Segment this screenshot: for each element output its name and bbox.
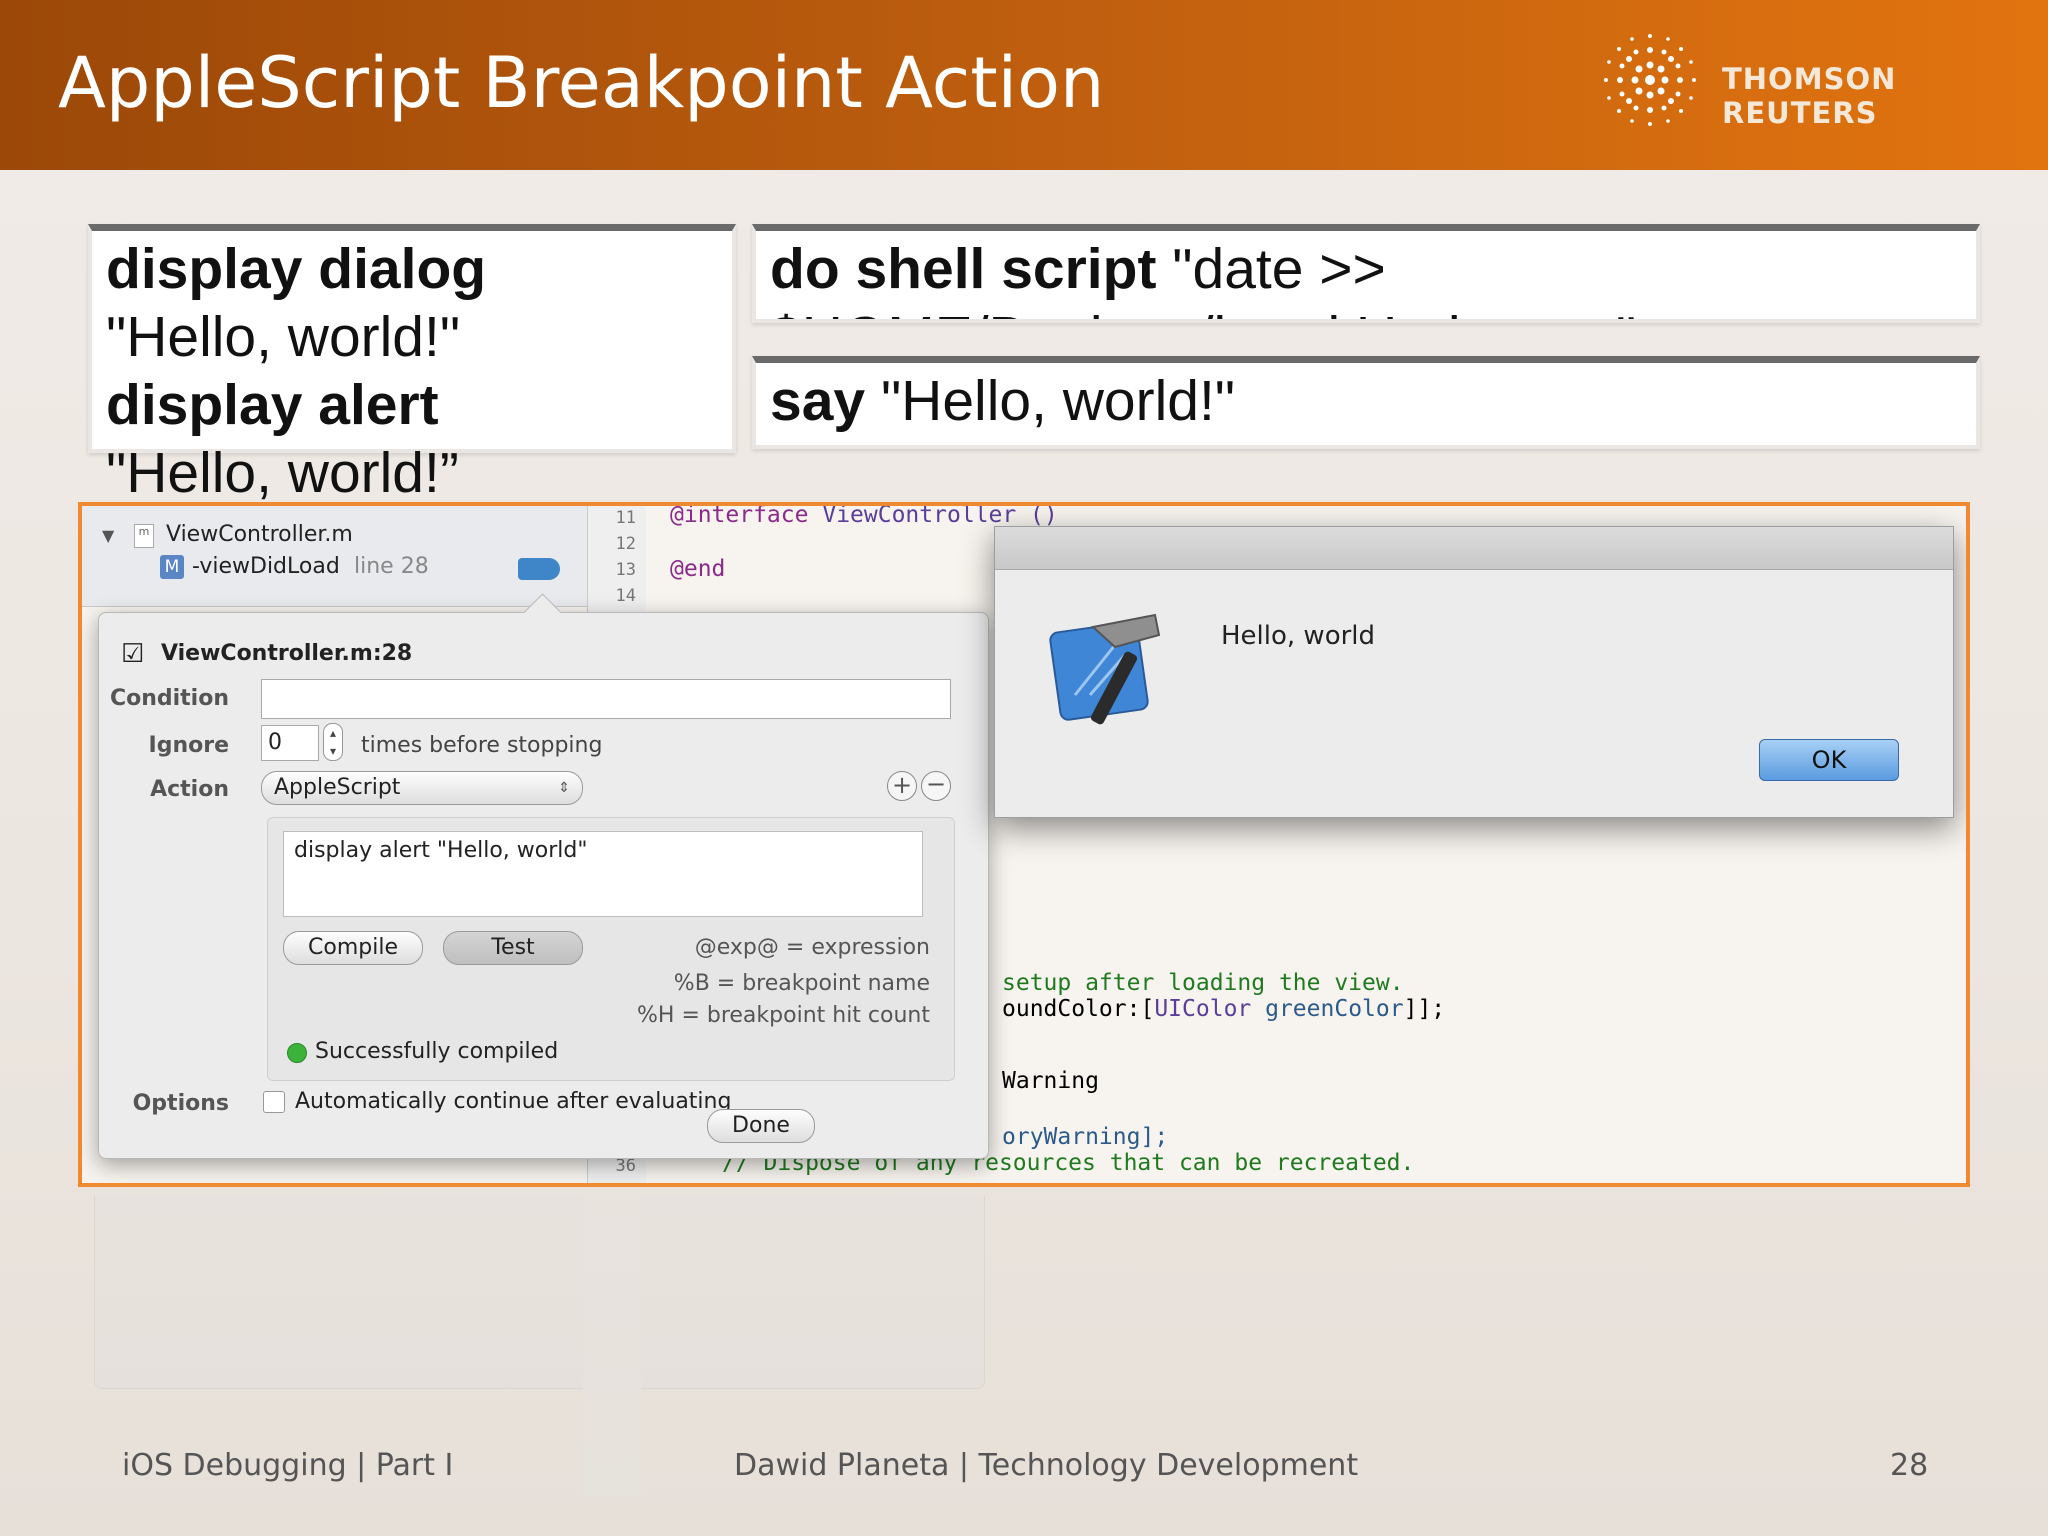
auto-continue-checkbox[interactable] (263, 1091, 285, 1113)
action-label: Action (150, 777, 229, 802)
reflection-popover (94, 1195, 985, 1389)
code-keyword: @interface (670, 502, 809, 528)
brand-name: THOMSON REUTERS (1722, 62, 1897, 130)
say-keyword: say (770, 369, 866, 433)
shell-argument-2: $HOME/Desktop/breakUpdate.txt" (770, 305, 1636, 319)
navigator-line: line 28 (354, 554, 429, 579)
display-dialog-keyword: display dialog (106, 237, 487, 301)
ignore-stepper[interactable]: ▴ ▾ (323, 723, 343, 761)
ignore-suffix: times before stopping (361, 733, 603, 758)
breakpoint-marker-icon[interactable] (518, 558, 560, 580)
line-number: 14 (615, 586, 636, 606)
code-line-memory: oryWarning]; (1002, 1124, 1169, 1150)
code-comment-setup: setup after loading the view. (1002, 970, 1404, 996)
select-arrows-icon: ⇕ (558, 780, 570, 796)
method-icon: M (160, 555, 184, 579)
hint-breakpoint-name: %B = breakpoint name (673, 971, 930, 996)
say-command-text: say "Hello, world!" (770, 367, 1235, 435)
compile-button[interactable]: Compile (283, 931, 423, 965)
remove-action-icon[interactable]: − (921, 771, 951, 801)
dialog-command-box: display dialog "Hello, world!" display a… (88, 224, 736, 505)
test-button[interactable]: Test (443, 931, 583, 965)
code-method: greenColor (1251, 996, 1404, 1022)
xcode-screenshot: 11 12 13 14 36 @interface ViewController… (78, 502, 1970, 1187)
auto-continue-label: Automatically continue after evaluating (295, 1089, 732, 1114)
alert-message: Hello, world (1221, 621, 1376, 651)
code-class: ViewController () (822, 502, 1058, 528)
code-line-interface: @interface ViewController () (670, 502, 1058, 528)
dialog-titlebar (995, 527, 1953, 570)
done-button[interactable]: Done (707, 1109, 815, 1143)
say-command-box: say "Hello, world!" (752, 356, 1980, 449)
breakpoint-editor-popover: ☑ ViewController.m:28 Condition Ignore 0… (98, 593, 989, 1159)
enabled-checkbox[interactable]: ☑ (121, 639, 144, 669)
alert-dialog: Hello, world OK (994, 526, 1954, 818)
condition-label: Condition (109, 686, 229, 711)
shell-keyword: do shell script (770, 237, 1157, 301)
shell-command-box: do shell script "date >> $HOME/Desktop/b… (752, 224, 1980, 323)
code-line-color: oundColor:[UIColor greenColor]]; (1002, 996, 1445, 1022)
code-line-warning: Warning (1002, 1068, 1099, 1094)
footer-left: iOS Debugging | Part I (122, 1448, 454, 1483)
slide-header: AppleScript Breakpoint Action THOMSON RE… (0, 0, 2048, 170)
line-number: 11 (615, 508, 636, 528)
xcode-hammer-icon (1049, 613, 1161, 725)
dialog-command-text: display dialog "Hello, world!" display a… (106, 235, 486, 507)
add-action-icon[interactable]: + (887, 771, 917, 801)
compile-status: Successfully compiled (315, 1039, 559, 1064)
shell-argument-1: "date >> (1156, 237, 1386, 301)
footer-center: Dawid Planeta | Technology Development (734, 1448, 1359, 1483)
reflection-code (583, 1195, 641, 1495)
ignore-count-field[interactable]: 0 (261, 725, 319, 761)
hint-hit-count: %H = breakpoint hit count (637, 1003, 930, 1028)
thomson-reuters-logo (1604, 34, 1696, 126)
line-number: 12 (615, 534, 636, 554)
code-class: UIColor (1154, 996, 1252, 1022)
navigator-file-name[interactable]: ViewController.m (166, 522, 353, 547)
action-type-value: AppleScript (274, 775, 401, 800)
options-label: Options (132, 1091, 229, 1116)
navigator-method[interactable]: -viewDidLoad (192, 554, 340, 579)
display-alert-keyword: display alert (106, 373, 439, 437)
hint-expression: @exp@ = expression (694, 935, 930, 960)
line-number: 13 (615, 560, 636, 580)
code-line-end: @end (670, 556, 726, 582)
breakpoint-name: ViewController.m:28 (161, 641, 413, 666)
source-file-icon: m (134, 524, 154, 548)
slide-title: AppleScript Breakpoint Action (58, 42, 1105, 124)
ignore-label: Ignore (148, 733, 229, 758)
disclosure-triangle-icon[interactable]: ▼ (102, 526, 114, 545)
display-alert-argument: "Hello, world!” (106, 441, 459, 505)
script-editor[interactable]: display alert "Hello, world" (283, 831, 923, 917)
ok-button[interactable]: OK (1759, 739, 1899, 781)
line-number: 36 (615, 1156, 636, 1176)
breakpoint-navigator: ▼ m ViewController.m M -viewDidLoad line… (82, 506, 587, 607)
status-green-icon (287, 1043, 307, 1063)
code-text: oundColor:[ (1002, 996, 1155, 1022)
display-dialog-argument: "Hello, world!" (106, 305, 461, 369)
say-argument: "Hello, world!" (865, 369, 1236, 433)
shell-command-text: do shell script "date >> $HOME/Desktop/b… (770, 235, 1636, 319)
condition-field[interactable] (261, 679, 951, 719)
action-type-select[interactable]: AppleScript ⇕ (261, 771, 583, 805)
code-text: ]]; (1403, 996, 1446, 1022)
page-number: 28 (1890, 1448, 1929, 1483)
